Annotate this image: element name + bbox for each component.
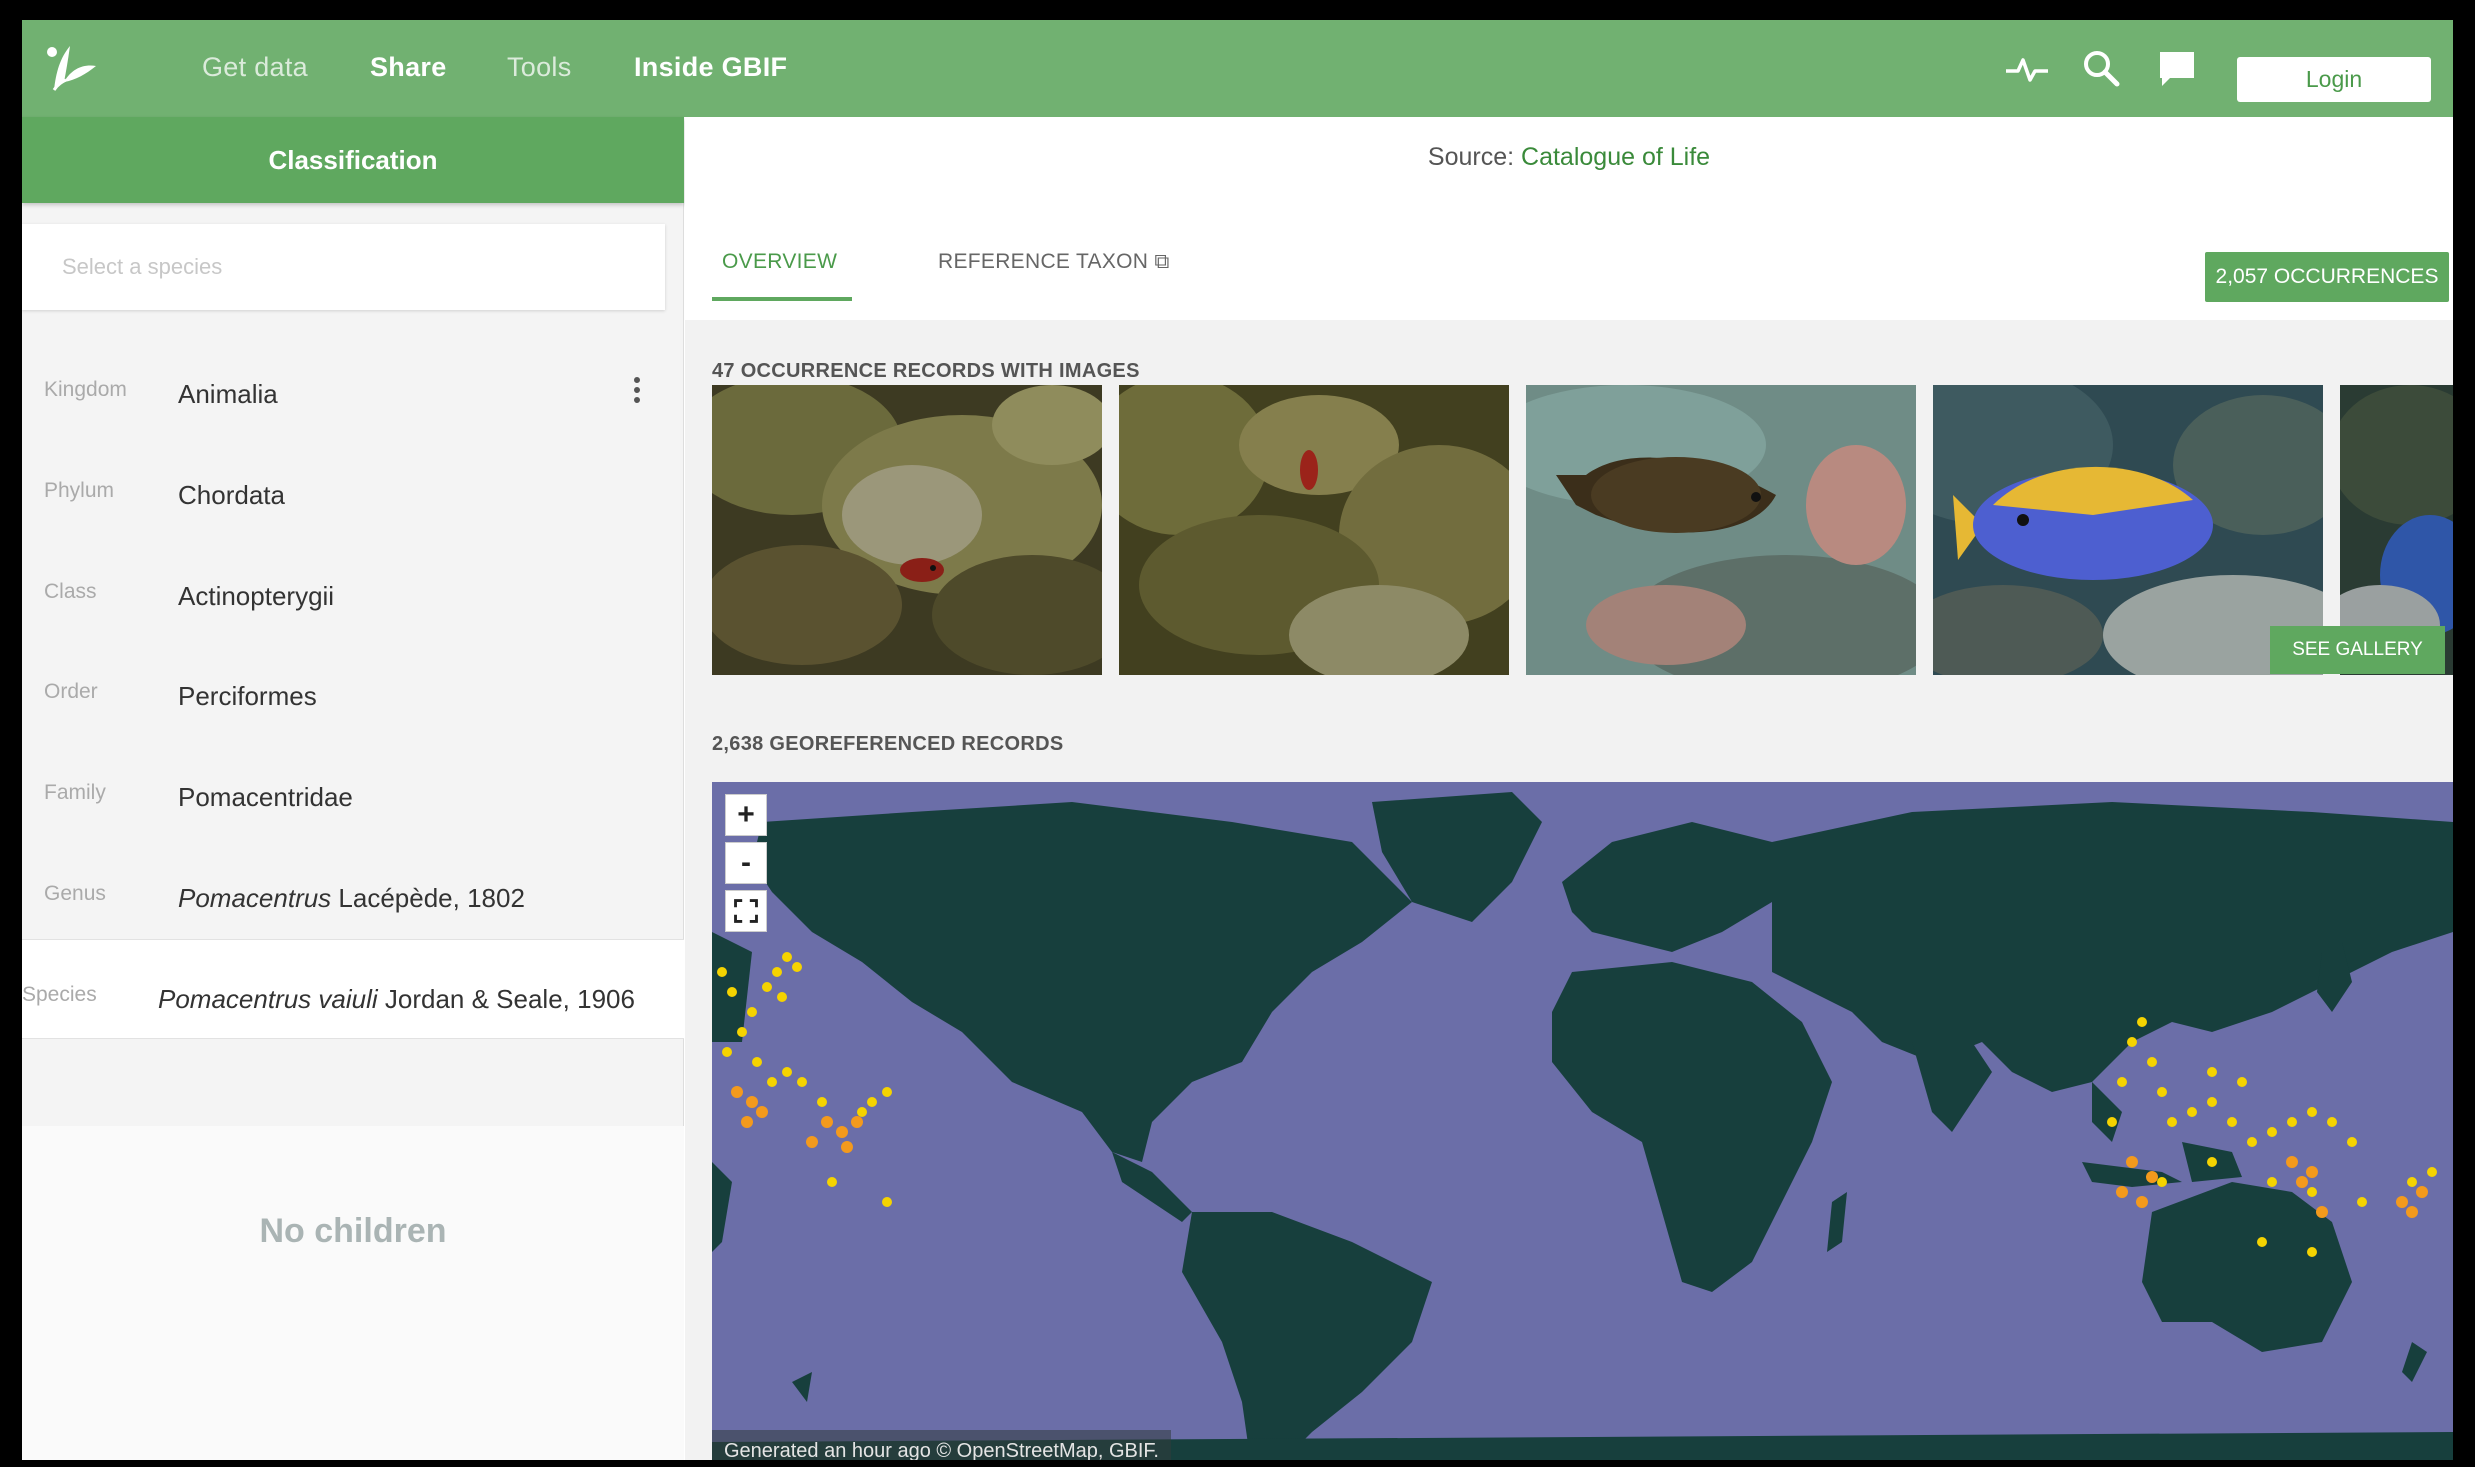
see-gallery-button[interactable]: SEE GALLERY <box>2270 626 2445 674</box>
rank-row-kingdom[interactable]: Kingdom Animalia <box>22 335 684 435</box>
zoom-in-button[interactable]: + <box>725 794 767 836</box>
occurrences-button[interactable]: 2,057 OCCURRENCES <box>2205 252 2449 302</box>
nav-inside-gbif[interactable]: Inside GBIF <box>634 52 787 83</box>
login-button[interactable]: Login <box>2237 57 2431 102</box>
rank-label: Class <box>44 580 97 603</box>
browser-frame: Get data Share Tools Inside GBIF Login C… <box>22 20 2453 1460</box>
rank-value[interactable]: Pomacentrus vaiuli Jordan & Seale, 1906 <box>158 984 635 1015</box>
source-link[interactable]: Catalogue of Life <box>1521 143 1710 171</box>
activity-icon[interactable] <box>2002 44 2052 94</box>
top-navigation: Get data Share Tools Inside GBIF Login <box>22 20 2453 117</box>
occurrence-map[interactable]: + - Generated an hour ago © OpenStreetMa… <box>712 782 2453 1460</box>
occurrence-image-3[interactable] <box>1526 385 1916 675</box>
fullscreen-icon[interactable] <box>725 890 767 932</box>
main-content: Source: Catalogue of Life OVERVIEW REFER… <box>685 117 2453 1460</box>
rank-label: Kingdom <box>44 378 127 401</box>
occurrence-image-2[interactable] <box>1119 385 1509 675</box>
species-search-input[interactable] <box>22 224 665 310</box>
source-line: Source: Catalogue of Life <box>685 143 2453 172</box>
world-map <box>712 792 2453 1460</box>
genus-authority: Lacépède, 1802 <box>331 883 525 913</box>
rank-label: Genus <box>44 882 106 905</box>
rank-value[interactable]: Pomacentrus Lacépède, 1802 <box>178 883 525 914</box>
map-attribution: Generated an hour ago © OpenStreetMap, G… <box>712 1430 1171 1460</box>
chat-icon[interactable] <box>2152 44 2202 94</box>
rank-row-species[interactable]: Species Pomacentrus vaiuli Jordan & Seal… <box>22 939 684 1039</box>
tab-overview[interactable]: OVERVIEW <box>722 250 837 274</box>
nav-get-data[interactable]: Get data <box>202 52 308 83</box>
occurrence-image-1[interactable] <box>712 385 1102 675</box>
more-options-icon[interactable] <box>627 373 647 417</box>
species-name: Pomacentrus vaiuli <box>158 984 378 1014</box>
genus-name: Pomacentrus <box>178 883 332 913</box>
nav-tools[interactable]: Tools <box>507 52 572 83</box>
georeferenced-section-title: 2,638 GEOREFERENCED RECORDS <box>712 733 1064 755</box>
rank-label: Species <box>22 983 97 1006</box>
children-area <box>22 1126 684 1460</box>
rank-value[interactable]: Actinopterygii <box>178 581 334 612</box>
rank-value[interactable]: Perciformes <box>178 681 317 712</box>
nav-share[interactable]: Share <box>370 52 447 83</box>
rank-row-order[interactable]: Order Perciformes <box>22 637 684 737</box>
rank-row-family[interactable]: Family Pomacentridae <box>22 738 684 838</box>
rank-label: Phylum <box>44 479 115 502</box>
rank-row-phylum[interactable]: Phylum Chordata <box>22 436 684 536</box>
rank-value[interactable]: Animalia <box>178 379 278 410</box>
zoom-out-button[interactable]: - <box>725 842 767 884</box>
classification-header: Classification <box>22 117 684 203</box>
rank-row-genus[interactable]: Genus Pomacentrus Lacépède, 1802 <box>22 839 684 939</box>
source-prefix: Source: <box>1427 143 1522 171</box>
images-section-title: 47 OCCURRENCE RECORDS WITH IMAGES <box>712 360 1140 382</box>
tab-reference-taxon[interactable]: REFERENCE TAXON ⧉ <box>938 250 1170 274</box>
occurrence-image-4[interactable] <box>1933 385 2323 675</box>
gbif-leaf-icon[interactable] <box>40 38 100 96</box>
classification-panel: Classification Kingdom Animalia Phylum C… <box>22 117 684 1460</box>
rank-label: Order <box>44 680 98 703</box>
rank-value[interactable]: Pomacentridae <box>178 782 353 813</box>
search-icon[interactable] <box>2077 44 2127 94</box>
rank-row-class[interactable]: Class Actinopterygii <box>22 537 684 637</box>
species-authority: Jordan & Seale, 1906 <box>377 984 635 1014</box>
rank-label: Family <box>44 781 106 804</box>
rank-value[interactable]: Chordata <box>178 480 285 511</box>
active-tab-indicator <box>712 297 852 301</box>
no-children-text: No children <box>259 1212 447 1250</box>
